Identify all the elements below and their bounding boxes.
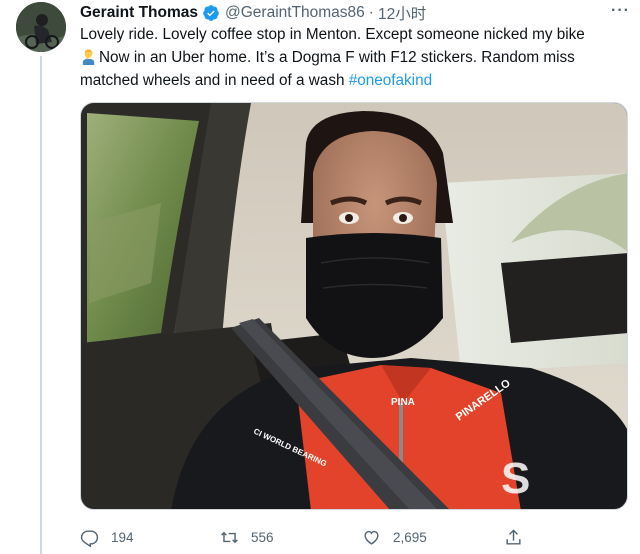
retweet-button[interactable]: 556 bbox=[220, 524, 362, 550]
heart-icon bbox=[364, 530, 379, 545]
author-name[interactable]: Geraint Thomas bbox=[80, 4, 198, 22]
tweet-header: Geraint Thomas @GeraintThomas86 · 12小时 bbox=[80, 2, 426, 24]
selfie-in-car-image: PINA PINARELLO CI WORLD BEARING S bbox=[81, 103, 627, 509]
like-count: 2,695 bbox=[393, 529, 427, 545]
avatar[interactable] bbox=[16, 2, 66, 52]
share-icon bbox=[506, 528, 521, 545]
jersey-brand-chest-text: PINA bbox=[391, 397, 415, 408]
tweet-text-line-3: matched wheels and in need of a wash #on… bbox=[80, 69, 628, 92]
like-button[interactable]: 2,695 bbox=[362, 524, 504, 550]
separator-dot: · bbox=[368, 4, 374, 21]
thread-line bbox=[40, 56, 42, 554]
author-handle[interactable]: @GeraintThomas86 bbox=[225, 4, 365, 22]
more-options-icon[interactable]: ··· bbox=[611, 2, 630, 20]
tweet-actions: 194 556 2,695 bbox=[80, 524, 628, 550]
verified-badge-icon bbox=[203, 5, 219, 21]
hashtag-link[interactable]: #oneofakind bbox=[349, 72, 432, 89]
tweet-text-line-2: Now in an Uber home. It’s a Dogma F with… bbox=[80, 46, 628, 69]
timestamp[interactable]: 12小时 bbox=[378, 2, 426, 24]
reply-icon bbox=[80, 529, 99, 547]
retweet-count: 556 bbox=[251, 529, 274, 545]
retweet-icon bbox=[221, 531, 238, 543]
man-facepalming-emoji bbox=[82, 49, 95, 65]
sponsor-arm-text: S bbox=[501, 454, 530, 503]
share-button[interactable] bbox=[504, 524, 544, 550]
tweet-text: Lovely ride. Lovely coffee stop in Mento… bbox=[80, 23, 628, 92]
avatar-photo bbox=[16, 2, 66, 52]
reply-button[interactable]: 194 bbox=[80, 524, 220, 550]
tweet-text-line-2-content: Now in an Uber home. It’s a Dogma F with… bbox=[99, 49, 575, 66]
reply-count: 194 bbox=[111, 529, 134, 545]
tweet-text-line-1: Lovely ride. Lovely coffee stop in Mento… bbox=[80, 26, 585, 43]
tweet-text-line-3-content: matched wheels and in need of a wash bbox=[80, 72, 349, 89]
tweet-photo[interactable]: PINA PINARELLO CI WORLD BEARING S bbox=[80, 102, 628, 510]
